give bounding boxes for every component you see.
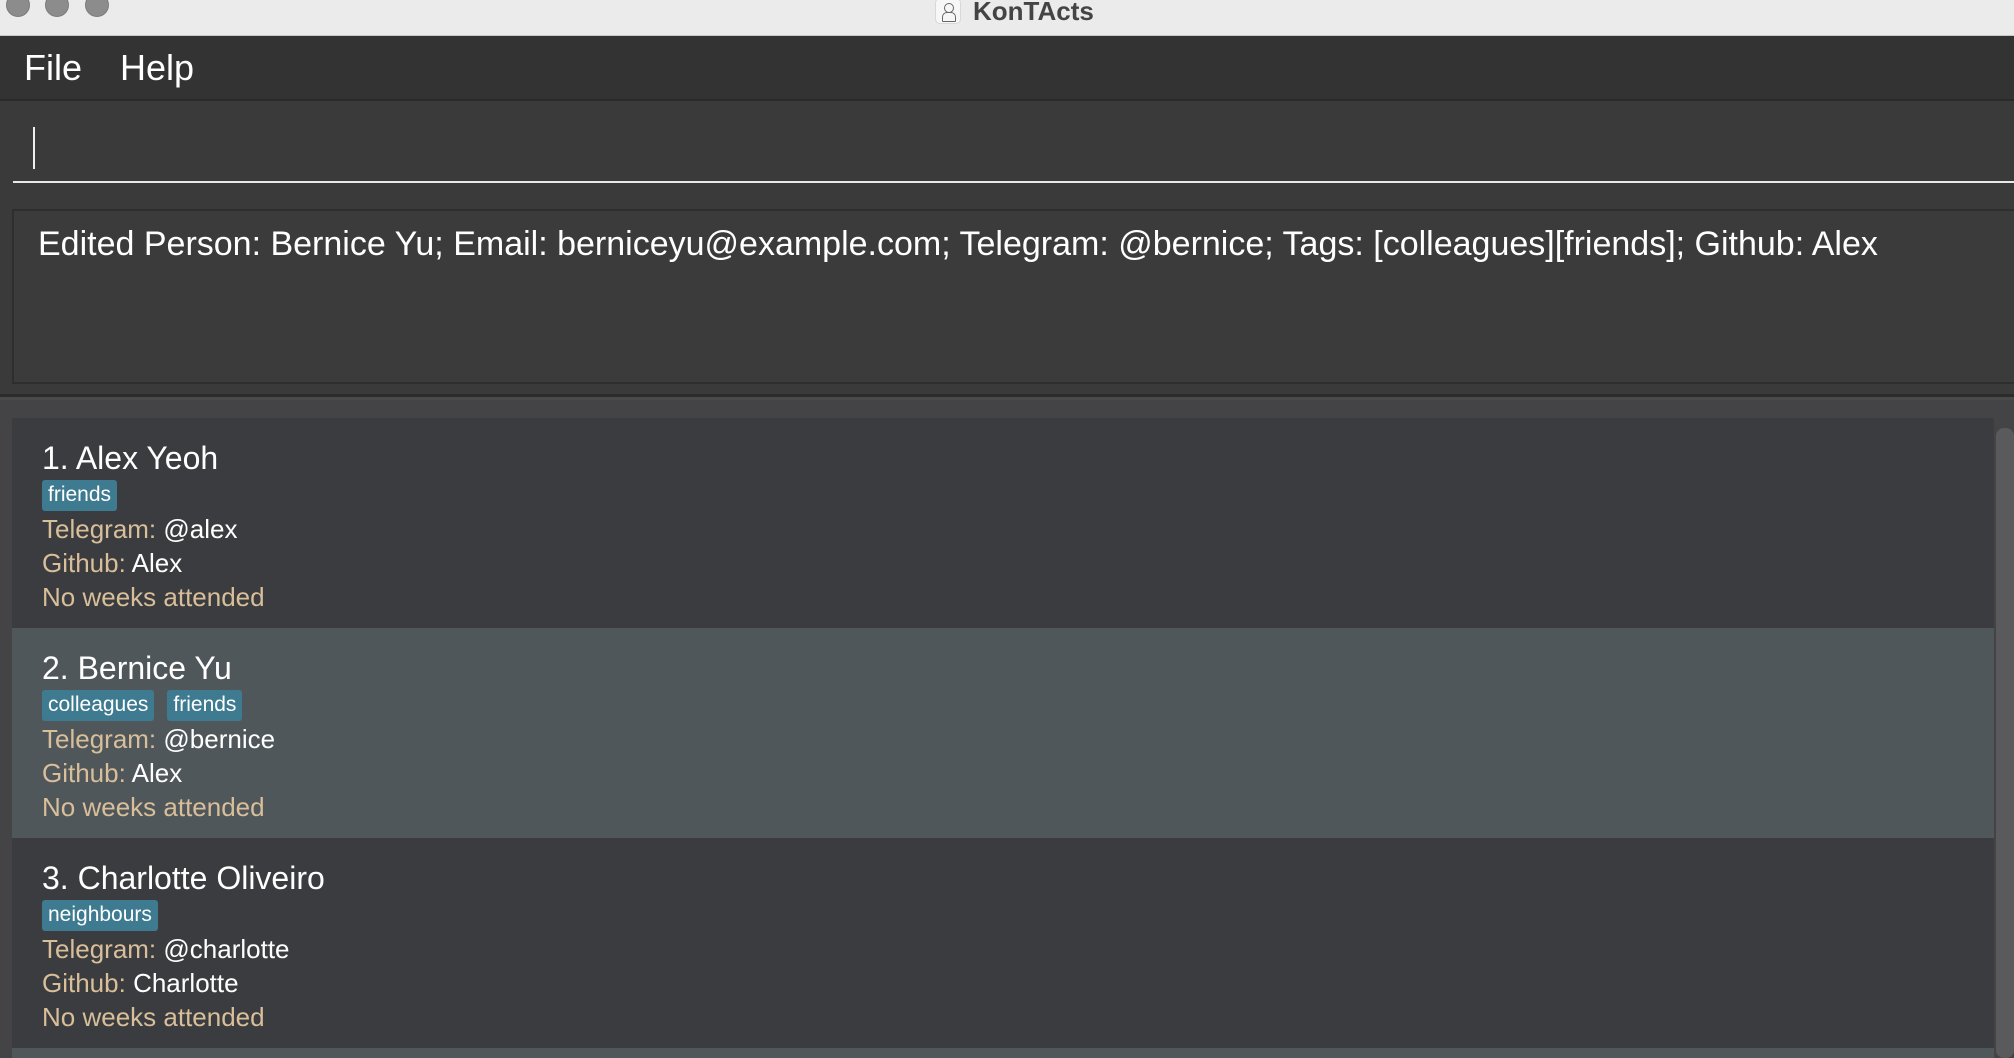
next-card-edge xyxy=(12,1048,1994,1058)
attendance-text: No weeks attended xyxy=(42,1002,265,1032)
result-message: Edited Person: Bernice Yu; Email: bernic… xyxy=(38,225,1878,263)
telegram-field: Telegram: @alex xyxy=(42,514,237,545)
github-field: Github: Alex xyxy=(42,758,182,789)
command-box-panel xyxy=(0,101,2014,187)
tag: friends xyxy=(42,480,118,511)
person-name: 1. Alex Yeoh xyxy=(42,440,219,476)
text-caret xyxy=(33,127,35,169)
scrollbar-thumb[interactable] xyxy=(1996,428,2014,1058)
github-field: Github: Alex xyxy=(42,548,182,579)
window-title: KonTActs xyxy=(973,0,1094,26)
telegram-value: @bernice xyxy=(163,724,276,754)
result-display[interactable]: Edited Person: Bernice Yu; Email: bernic… xyxy=(12,209,2014,384)
person-card[interactable]: 3. Charlotte Oliveiro neighbours Telegra… xyxy=(12,838,1994,1048)
github-value: Charlotte xyxy=(133,968,239,998)
telegram-label: Telegram: xyxy=(42,724,164,754)
github-label: Github: xyxy=(42,758,132,788)
menu-file[interactable]: File xyxy=(24,47,82,89)
menu-bar: File Help xyxy=(0,36,2014,101)
person-name: 2. Bernice Yu xyxy=(42,650,232,686)
tag-list: colleagues friends xyxy=(42,690,255,721)
result-display-panel: Edited Person: Bernice Yu; Email: bernic… xyxy=(0,187,2014,397)
telegram-label: Telegram: xyxy=(42,934,164,964)
menu-help[interactable]: Help xyxy=(120,47,194,89)
telegram-value: @charlotte xyxy=(163,934,290,964)
person-name: 3. Charlotte Oliveiro xyxy=(42,860,325,896)
zoom-window-button[interactable] xyxy=(85,0,109,17)
app-logo-icon xyxy=(935,0,961,24)
list-scrollbar[interactable] xyxy=(1996,422,2014,1058)
github-label: Github: xyxy=(42,968,134,998)
github-value: Alex xyxy=(131,548,183,578)
tag: friends xyxy=(167,690,243,721)
person-list-panel: 1. Alex Yeoh friends Telegram: @alex Git… xyxy=(0,400,2014,1058)
close-window-button[interactable] xyxy=(6,0,30,17)
telegram-label: Telegram: xyxy=(42,514,164,544)
github-label: Github: xyxy=(42,548,132,578)
person-card[interactable]: 1. Alex Yeoh friends Telegram: @alex Git… xyxy=(12,418,1994,628)
command-input[interactable] xyxy=(13,101,2014,183)
github-field: Github: Charlotte xyxy=(42,968,239,999)
window-title-group: KonTActs xyxy=(935,0,1094,26)
telegram-field: Telegram: @bernice xyxy=(42,724,275,755)
github-value: Alex xyxy=(131,758,183,788)
person-card-selected[interactable]: 2. Bernice Yu colleagues friends Telegra… xyxy=(12,628,1994,838)
window-titlebar: KonTActs xyxy=(0,0,2014,36)
minimize-window-button[interactable] xyxy=(45,0,69,17)
tag-list: neighbours xyxy=(42,900,171,931)
attendance-text: No weeks attended xyxy=(42,582,265,612)
attendance-text: No weeks attended xyxy=(42,792,265,822)
tag: neighbours xyxy=(42,900,158,931)
tag-list: friends xyxy=(42,480,130,511)
telegram-value: @alex xyxy=(163,514,238,544)
telegram-field: Telegram: @charlotte xyxy=(42,934,290,965)
tag: colleagues xyxy=(42,690,155,721)
